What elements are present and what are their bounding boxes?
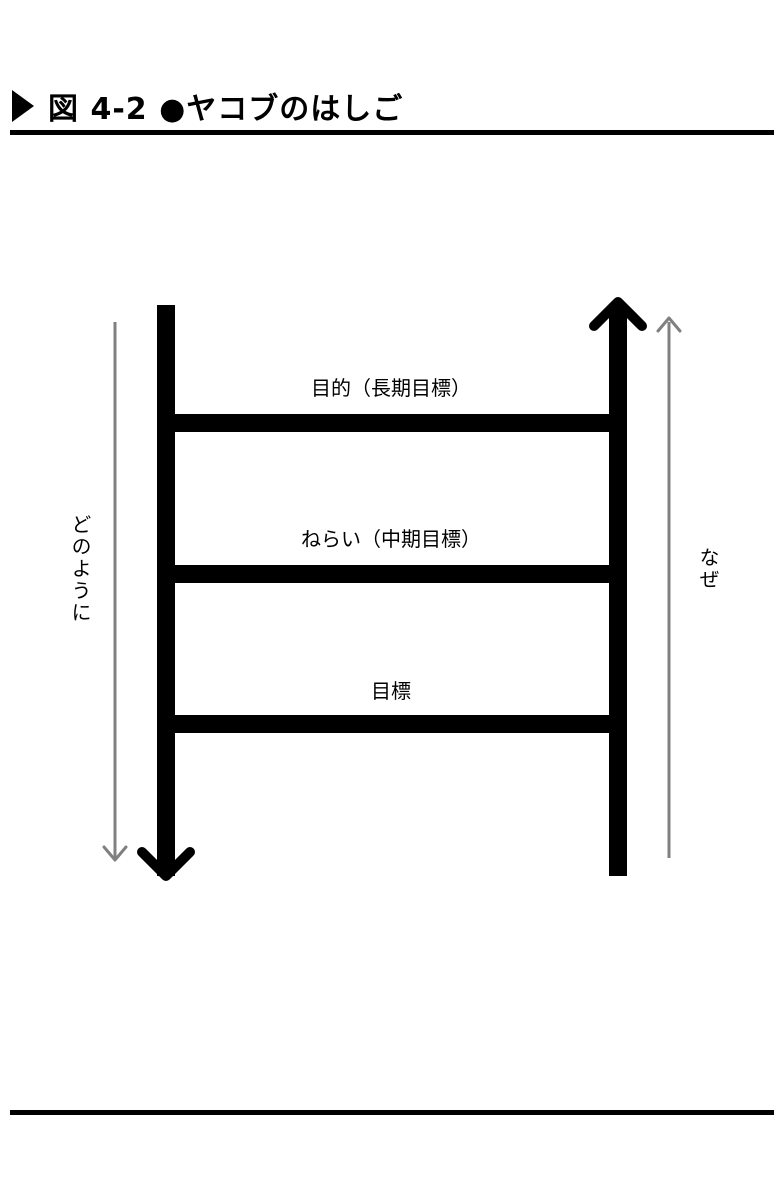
rung-label-aim: ねらい（中期目標）: [301, 527, 481, 551]
how-label: どのように: [68, 514, 92, 624]
rung-label-goal: 目標: [371, 679, 411, 703]
rung-label-purpose: 目的（長期目標）: [311, 376, 471, 400]
why-label: なぜ: [696, 547, 720, 591]
bottom-rule: [10, 1110, 774, 1115]
jacob-ladder-diagram: [102, 297, 682, 881]
